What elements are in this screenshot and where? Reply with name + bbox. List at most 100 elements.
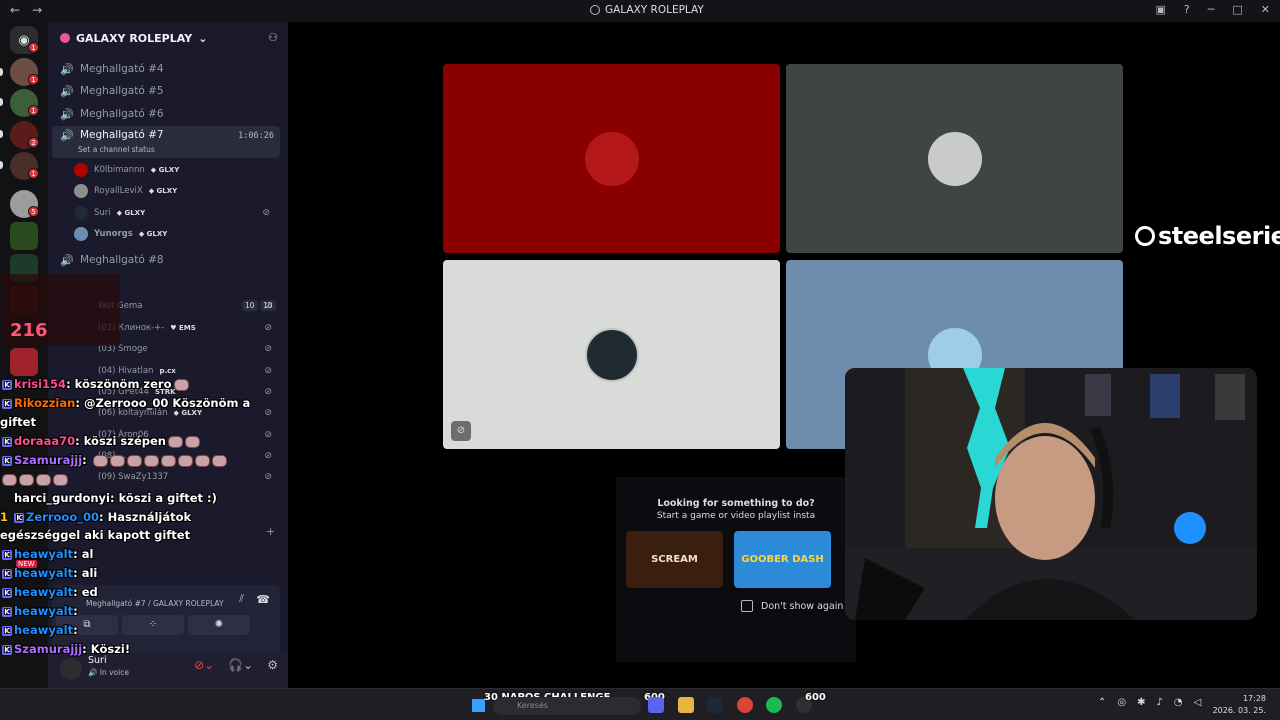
server-icon[interactable] bbox=[10, 348, 38, 376]
chat-user: heawyalt bbox=[14, 566, 74, 580]
chat-line bbox=[0, 472, 68, 486]
mic-muted-icon[interactable]: ⊘⌄ bbox=[194, 658, 214, 672]
chat-line: Kheawyalt: bbox=[0, 623, 78, 637]
participant-tile[interactable]: ⊘ bbox=[443, 260, 780, 449]
speaker-icon: 🔊 bbox=[60, 107, 74, 121]
noise-suppression-icon[interactable]: ⫽ bbox=[239, 592, 244, 606]
badge-icon: K bbox=[2, 568, 12, 579]
unread-pill bbox=[0, 161, 3, 169]
checkbox[interactable] bbox=[741, 600, 753, 612]
bluetooth-icon[interactable]: ✱ bbox=[1137, 697, 1145, 708]
disconnect-icon[interactable]: ☎ bbox=[256, 593, 270, 606]
spotify-icon[interactable] bbox=[766, 697, 782, 713]
maximize-button[interactable]: □ bbox=[1232, 3, 1242, 16]
discord-app-icon[interactable] bbox=[648, 697, 664, 713]
invite-people-icon[interactable]: ⚇ bbox=[268, 31, 278, 44]
voice-user[interactable]: Yunorgs ◆ GLXY bbox=[74, 223, 274, 244]
minimize-button[interactable]: ─ bbox=[1208, 3, 1215, 16]
voice-channel[interactable]: 🔊 Meghallgató #4 bbox=[52, 58, 280, 80]
mic-muted-icon: ⊘ bbox=[264, 450, 272, 461]
chat-line: Kheawyalt: bbox=[0, 604, 78, 618]
voice-user[interactable]: (03) Smoge ⊘ bbox=[98, 338, 276, 359]
voice-connection-channel[interactable]: Meghallgató #7 / GALAXY ROLEPLAY bbox=[86, 599, 224, 608]
volume-icon[interactable]: ◁ bbox=[1194, 697, 1202, 708]
emote-icon bbox=[211, 454, 227, 467]
chat-line: Kdoraaa70: köszi szépen bbox=[0, 434, 200, 448]
sub-counter: 216 bbox=[10, 320, 48, 341]
chat-user: Rikozzian bbox=[14, 396, 76, 410]
game-title: GOOBER DASH bbox=[741, 554, 824, 565]
participant-avatar bbox=[584, 327, 639, 382]
settings-gear-icon[interactable]: ⚙ bbox=[267, 658, 278, 672]
nav-buttons: ← → bbox=[10, 3, 42, 17]
server-header[interactable]: GALAXY ROLEPLAY ⌄ ⚇ bbox=[48, 22, 288, 54]
chat-line: Kheawyalt: al bbox=[0, 547, 93, 561]
game-card[interactable]: GOOBER DASH bbox=[734, 531, 831, 588]
badge-icon: K bbox=[2, 606, 12, 617]
headphones-icon[interactable]: 🎧⌄ bbox=[228, 658, 253, 672]
participant-tile[interactable] bbox=[443, 64, 780, 253]
mention-badge: 1 bbox=[28, 168, 39, 179]
webcam-feed bbox=[845, 368, 1257, 620]
server-icon[interactable] bbox=[10, 222, 38, 250]
guild-tag-text: GLXY bbox=[156, 186, 178, 195]
microphone-icon[interactable]: ♪ bbox=[1157, 697, 1163, 708]
mic-muted-icon: ⊘ bbox=[264, 322, 272, 333]
badge-icon: K bbox=[2, 455, 12, 466]
emote-icon bbox=[194, 454, 210, 467]
voice-channel[interactable]: 🔊 Meghallgató #8 bbox=[52, 249, 280, 271]
voice-user[interactable]: Wot Gema ⊘ bbox=[98, 295, 276, 316]
window-title: GALAXY ROLEPLAY bbox=[590, 4, 704, 16]
network-app-icon[interactable]: ◎ bbox=[1117, 697, 1126, 708]
close-button[interactable]: ✕ bbox=[1261, 3, 1270, 16]
mention-badge: 1 bbox=[28, 42, 39, 53]
chat-line: Kkrisi154: köszönöm zero bbox=[0, 377, 189, 391]
mention-badge: 1 bbox=[28, 105, 39, 116]
chat-line: Kheawyalt: ali bbox=[0, 566, 97, 580]
voice-channel[interactable]: 🔊 Meghallgató #5 bbox=[52, 80, 280, 102]
voice-user[interactable]: K0lbimannn ◆ GLXY bbox=[74, 159, 274, 180]
badge-icon: K bbox=[2, 379, 12, 390]
system-clock[interactable]: 17:28 2026. 03. 25. bbox=[1213, 693, 1266, 717]
chat-user: heawyalt bbox=[14, 585, 74, 599]
inbox-icon[interactable]: ▣ bbox=[1156, 3, 1166, 16]
forward-arrow-icon[interactable]: → bbox=[32, 3, 42, 17]
user-status-text: In voice bbox=[99, 668, 129, 677]
taskbar-search[interactable]: Keresés bbox=[493, 697, 641, 715]
channel-name: Meghallgató #8 bbox=[80, 254, 164, 266]
chat-line: K Rikozzian: @Zerrooo_00 Köszönöm a bbox=[0, 396, 250, 410]
voice-user[interactable]: (02) Клинок-+- ♥ EMS ⊘ bbox=[98, 317, 276, 338]
voice-user[interactable]: RoyallLeviX ◆ GLXY bbox=[74, 180, 274, 201]
voice-channel-active[interactable]: 🔊 Meghallgató #7 1:06:26 Set a channel s… bbox=[52, 126, 280, 158]
user-avatar[interactable] bbox=[60, 658, 82, 680]
back-arrow-icon[interactable]: ← bbox=[10, 3, 20, 17]
speaker-icon: 🔊 bbox=[60, 129, 74, 142]
participant-tile[interactable] bbox=[786, 64, 1123, 253]
badge-icon: K bbox=[2, 549, 12, 560]
activity-button[interactable]: ⁘ bbox=[122, 615, 184, 635]
voice-user[interactable]: (09) SwaZy1337 ⊘ bbox=[98, 466, 276, 487]
chat-user: harci_gurdonyi bbox=[14, 491, 110, 505]
game-card[interactable]: SCREAM bbox=[626, 531, 723, 588]
mic-muted-icon: ⊘ bbox=[264, 365, 272, 376]
chevron-up-icon[interactable]: ⌃ bbox=[1098, 697, 1106, 708]
emote-icon bbox=[173, 378, 189, 391]
chrome-icon[interactable] bbox=[737, 697, 753, 713]
help-icon[interactable]: ? bbox=[1184, 3, 1190, 16]
file-explorer-icon[interactable] bbox=[678, 697, 694, 713]
emote-icon bbox=[53, 473, 68, 486]
system-tray: ⌃ ◎ ✱ ♪ ◔ ◁ bbox=[1098, 697, 1201, 708]
chat-user: heawyalt bbox=[14, 623, 74, 637]
dont-show-again[interactable]: Don't show again bbox=[741, 600, 843, 612]
server-badge-icon bbox=[60, 33, 70, 43]
chat-text: al bbox=[81, 547, 94, 561]
voice-user[interactable]: Suri ◆ GLXY ⊘ bbox=[74, 202, 274, 223]
voice-channel[interactable]: 🔊 Meghallgató #6 bbox=[52, 103, 280, 125]
add-icon[interactable]: + bbox=[266, 525, 275, 538]
steam-icon[interactable] bbox=[707, 697, 723, 713]
chat-text: köszi szépen bbox=[83, 434, 166, 448]
soundboard-button[interactable]: ✺ bbox=[188, 615, 250, 635]
set-channel-status[interactable]: Set a channel status bbox=[78, 145, 155, 154]
participant-avatar bbox=[927, 131, 982, 186]
wifi-icon[interactable]: ◔ bbox=[1174, 697, 1183, 708]
